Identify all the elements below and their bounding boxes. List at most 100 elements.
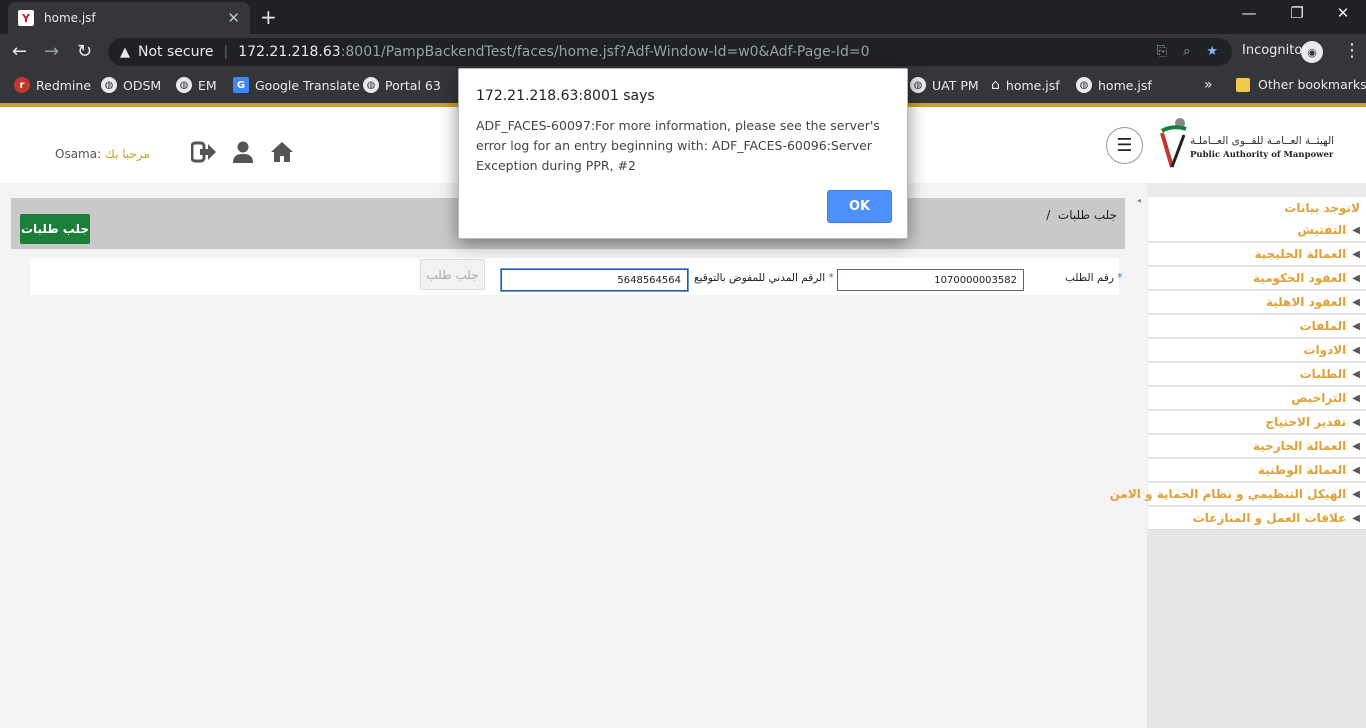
address-bar[interactable]: ▲ Not secure | 172.21.218.63:8001/PampBa… (108, 38, 1232, 66)
sidebar-item-label: العمالة الخارجية (1252, 439, 1347, 453)
home-icon[interactable] (270, 141, 294, 169)
globe-icon: ◍ (363, 77, 379, 93)
bookmark-label: EM (198, 77, 217, 93)
new-tab-button[interactable]: + (260, 5, 277, 29)
globe-icon: ◍ (1076, 77, 1092, 93)
alert-dialog: 172.21.218.63:8001 says ADF_FACES-60097:… (458, 68, 908, 239)
sidebar-item-private-contracts[interactable]: ◀ العقود الاهلية (1148, 291, 1366, 314)
sidebar-item-labor-relations[interactable]: ◀ علاقات العمل و المنازعات (1148, 507, 1366, 530)
caret-left-icon: ◀ (1352, 248, 1360, 260)
bookmark-em[interactable]: ◍ EM (176, 77, 217, 93)
sidebar-item-foreign-labor[interactable]: ◀ العمالة الخارجية (1148, 435, 1366, 458)
request-no-label: * رقم الطلب (1065, 272, 1123, 284)
browser-menu-icon[interactable]: ⋮ (1343, 40, 1361, 61)
bookmarks-overflow-button[interactable]: » (1204, 77, 1213, 93)
tab-title: home.jsf (44, 11, 96, 25)
logout-icon[interactable] (190, 141, 217, 169)
minimize-icon[interactable]: — (1226, 4, 1272, 22)
sidebar-item-gulf-labor[interactable]: ◀ العمالة الخليجية (1148, 243, 1366, 266)
url-host: 172.21.218.63 (238, 44, 341, 60)
close-tab-icon[interactable]: ✕ (227, 9, 240, 27)
fetch-request-button[interactable]: جلب طلب (420, 259, 485, 290)
welcome-text: Osama: مرحبا بك (55, 147, 150, 161)
bookmark-home-1[interactable]: ⌂ home.jsf (991, 77, 1060, 93)
caret-left-icon: ◀ (1352, 512, 1360, 524)
redmine-icon: r (14, 77, 30, 93)
incognito-label: Incognito (1242, 43, 1303, 58)
bookmark-odsm[interactable]: ◍ ODSM (101, 77, 161, 93)
required-mark: * (1117, 272, 1123, 284)
caret-left-icon: ◀ (1352, 272, 1360, 284)
sidebar-item-licenses[interactable]: ◀ التراخيص (1148, 387, 1366, 410)
caret-left-icon: ◀ (1352, 488, 1360, 500)
bookmark-label: UAT PM (932, 77, 979, 93)
omnibox-divider: | (223, 44, 229, 60)
breadcrumb-current[interactable]: جلب طلبات (1058, 208, 1117, 222)
translate-icon[interactable]: ⎘ (1157, 44, 1167, 59)
bookmark-google-translate[interactable]: G Google Translate (233, 77, 360, 93)
close-window-icon[interactable]: ✕ (1320, 4, 1366, 22)
civil-id-input[interactable] (501, 269, 688, 291)
sidebar-item-label: الملفات (1299, 319, 1347, 333)
bookmark-uat-pm[interactable]: ◍ UAT PM (910, 77, 979, 93)
caret-left-icon: ◀ (1352, 368, 1360, 380)
security-label[interactable]: Not secure (138, 44, 214, 60)
sidebar-item-label: علاقات العمل و المنازعات (1192, 511, 1347, 525)
sidebar-item-tools[interactable]: ◀ الادوات (1148, 339, 1366, 362)
bookmark-label: Redmine (36, 77, 92, 93)
caret-left-icon: ◀ (1352, 320, 1360, 332)
sidebar-item-label: العقود الاهلية (1265, 295, 1347, 309)
globe-icon: ◍ (176, 77, 192, 93)
back-icon[interactable]: ← (12, 41, 27, 62)
sidebar-item-label: العمالة الخليجية (1254, 247, 1347, 261)
sidebar-item-label: التراخيص (1291, 391, 1347, 405)
bookmark-label: Google Translate (255, 77, 360, 93)
sidebar-item-requests[interactable]: ◀ الطلبات (1148, 363, 1366, 386)
request-form: * رقم الطلب * الرقم المدني للمفوض بالتوق… (30, 258, 1123, 295)
bookmark-label: home.jsf (1005, 77, 1060, 93)
incognito-icon[interactable]: ◉ (1301, 41, 1323, 63)
civil-id-label: * الرقم المدني للمفوض بالتوقيع (694, 272, 834, 284)
sidebar-empty-area (1147, 531, 1366, 728)
bookmark-portal63[interactable]: ◍ Portal 63 (363, 77, 441, 93)
request-no-input[interactable] (837, 269, 1024, 291)
google-translate-icon: G (233, 77, 249, 93)
menu-toggle-button[interactable]: ☰ (1106, 127, 1143, 164)
sidebar-item-label: التفتيش (1297, 223, 1347, 237)
sidebar-item-needs-estimate[interactable]: ◀ تقدير الاحتياج (1148, 411, 1366, 434)
forward-icon[interactable]: → (44, 41, 59, 62)
zoom-icon[interactable]: ⌕ (1183, 44, 1190, 59)
sidebar-item-gov-contracts[interactable]: ◀ العقود الحكومية (1148, 267, 1366, 290)
sidebar-item-label: العمالة الوطنية (1257, 463, 1347, 477)
sidebar-item-inspection[interactable]: ◀ التفتيش (1148, 219, 1366, 242)
civil-id-label-text: الرقم المدني للمفوض بالتوقيع (694, 272, 826, 284)
browser-tab[interactable]: Y home.jsf ✕ (8, 2, 250, 34)
sidebar-item-label: الادوات (1303, 343, 1347, 357)
sidebar-item-org-structure[interactable]: ◀ الهيكل التنظيمي و نظام الحماية و الامن (1110, 483, 1366, 506)
authority-logo: الهيئــة العــامـة للقــوى العــاملـة Pu… (1156, 113, 1334, 177)
fetch-requests-button[interactable]: جلب طلبات (20, 214, 90, 244)
reload-icon[interactable]: ↻ (77, 41, 92, 62)
sidebar-item-label: الطلبات (1299, 367, 1347, 381)
user-icon[interactable] (233, 141, 253, 169)
breadcrumb: جلب طلبات / (1046, 208, 1117, 222)
required-mark: * (828, 272, 834, 284)
restore-icon[interactable]: ❐ (1274, 4, 1320, 22)
bookmark-star-icon[interactable]: ★ (1206, 44, 1218, 59)
bookmark-redmine[interactable]: r Redmine (14, 77, 91, 93)
collapse-sidebar-icon[interactable]: ◂ (1137, 196, 1143, 208)
sidebar-item-national-labor[interactable]: ◀ العمالة الوطنية (1148, 459, 1366, 482)
sidebar-no-data: لاتوجد بيانات (1148, 197, 1366, 220)
browser-toolbar: ← → ↻ ▲ Not secure | 172.21.218.63:8001/… (0, 34, 1366, 70)
sidebar-item-files[interactable]: ◀ الملفات (1148, 315, 1366, 338)
browser-titlebar: Y home.jsf ✕ + — ❐ ✕ (0, 0, 1366, 34)
bookmark-label: Portal 63 (385, 77, 441, 93)
warning-icon[interactable]: ▲ (120, 45, 130, 60)
url-path: :8001/PampBackendTest/faces/home.jsf?Adf… (340, 44, 870, 60)
dialog-ok-button[interactable]: OK (827, 190, 892, 223)
caret-left-icon: ◀ (1352, 392, 1360, 404)
bookmark-home-2[interactable]: ◍ home.jsf (1076, 77, 1152, 93)
sidebar-item-label: تقدير الاحتياج (1265, 415, 1347, 429)
globe-icon: ◍ (910, 77, 926, 93)
other-bookmarks[interactable]: Other bookmarks (1236, 77, 1366, 92)
